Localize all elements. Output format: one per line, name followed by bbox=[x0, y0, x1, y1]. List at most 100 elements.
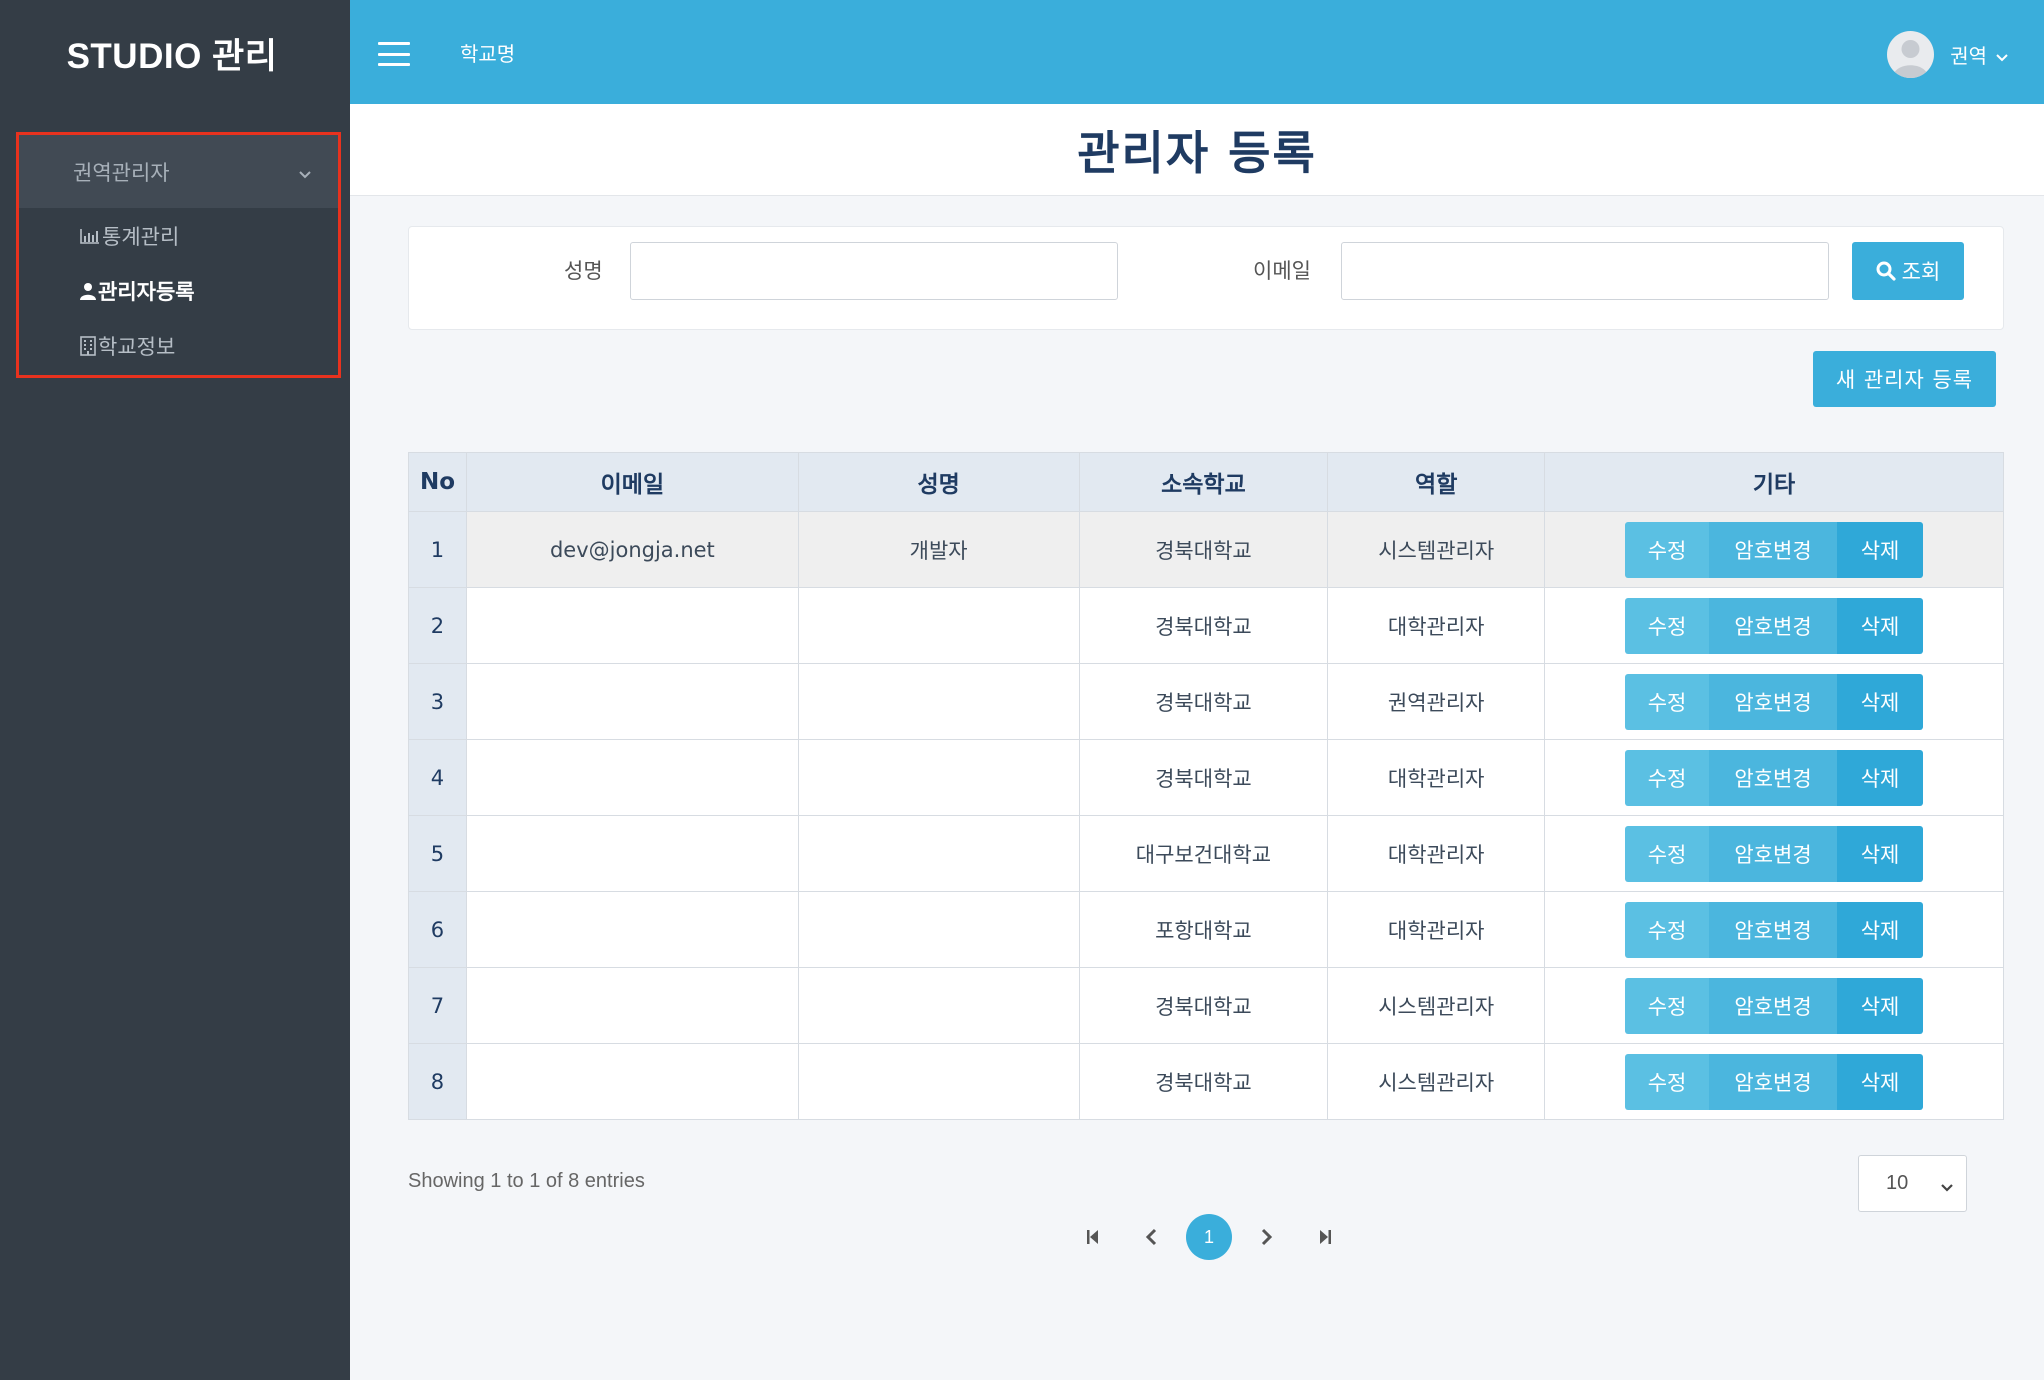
table-header-row: No 이메일 성명 소속학교 역할 기타 bbox=[408, 452, 2004, 512]
chevron-down-icon bbox=[1996, 43, 2008, 67]
delete-button[interactable]: 삭제 bbox=[1837, 977, 1924, 1034]
delete-button[interactable]: 삭제 bbox=[1837, 749, 1924, 806]
last-page-icon[interactable] bbox=[1302, 1214, 1348, 1260]
cell-actions: 수정 암호변경 삭제 bbox=[1544, 511, 2004, 588]
sidebar-item-school-info[interactable]: 학교정보 bbox=[19, 318, 338, 373]
row-action-group: 수정 암호변경 삭제 bbox=[1625, 901, 1924, 958]
cell-actions: 수정 암호변경 삭제 bbox=[1544, 1043, 2004, 1120]
column-header-role: 역할 bbox=[1327, 452, 1546, 512]
cell-role: 시스템관리자 bbox=[1327, 967, 1546, 1044]
change-password-button[interactable]: 암호변경 bbox=[1709, 825, 1838, 882]
page-title: 관리자 등록 bbox=[1077, 125, 1317, 180]
user-menu[interactable]: 권역 bbox=[1887, 31, 2008, 78]
sidebar-menu-group: 권역관리자 통계관리 관리자등록 학교정보 bbox=[16, 132, 341, 378]
chevron-down-icon bbox=[298, 161, 312, 185]
delete-button[interactable]: 삭제 bbox=[1837, 521, 1924, 578]
bar-chart-icon bbox=[80, 227, 100, 245]
table-row: 4 경북대학교 대학관리자 수정 암호변경 삭제 bbox=[408, 739, 2004, 816]
cell-email bbox=[465, 815, 799, 892]
new-admin-button[interactable]: 새 관리자 등록 bbox=[1813, 351, 1996, 407]
table-row: 5 대구보건대학교 대학관리자 수정 암호변경 삭제 bbox=[408, 815, 2004, 892]
cell-role: 시스템관리자 bbox=[1327, 1043, 1546, 1120]
cell-school: 경북대학교 bbox=[1078, 739, 1329, 816]
search-icon bbox=[1876, 261, 1896, 281]
cell-actions: 수정 암호변경 삭제 bbox=[1544, 815, 2004, 892]
delete-button[interactable]: 삭제 bbox=[1837, 1053, 1924, 1110]
edit-button[interactable]: 수정 bbox=[1625, 749, 1710, 806]
cell-no: 1 bbox=[408, 511, 467, 588]
edit-button[interactable]: 수정 bbox=[1625, 977, 1710, 1034]
edit-button[interactable]: 수정 bbox=[1625, 673, 1710, 730]
cell-school: 대구보건대학교 bbox=[1078, 815, 1329, 892]
cell-school: 경북대학교 bbox=[1078, 511, 1329, 588]
change-password-button[interactable]: 암호변경 bbox=[1709, 597, 1838, 654]
delete-button[interactable]: 삭제 bbox=[1837, 597, 1924, 654]
cell-email bbox=[465, 739, 799, 816]
edit-button[interactable]: 수정 bbox=[1625, 521, 1710, 578]
page-size-value: 10 bbox=[1886, 1172, 1909, 1194]
change-password-button[interactable]: 암호변경 bbox=[1709, 521, 1838, 578]
cell-name bbox=[797, 815, 1080, 892]
row-action-group: 수정 암호변경 삭제 bbox=[1625, 1053, 1924, 1110]
cell-email bbox=[465, 663, 799, 740]
cell-role: 시스템관리자 bbox=[1327, 511, 1546, 588]
cell-email: dev@jongja.net bbox=[465, 511, 799, 588]
admin-table: No 이메일 성명 소속학교 역할 기타 1 dev@jongja.net 개발자 경… bbox=[408, 452, 2004, 1120]
edit-button[interactable]: 수정 bbox=[1625, 901, 1710, 958]
column-header-no: No bbox=[408, 452, 467, 512]
sidebar: STUDIO 관리 권역관리자 통계관리 관리자등록 학교정보 bbox=[0, 0, 350, 1380]
change-password-button[interactable]: 암호변경 bbox=[1709, 977, 1838, 1034]
email-label: 이메일 bbox=[1253, 259, 1311, 283]
cell-no: 3 bbox=[408, 663, 467, 740]
user-icon bbox=[80, 282, 96, 300]
cell-role: 권역관리자 bbox=[1327, 663, 1546, 740]
menu-toggle-icon[interactable] bbox=[378, 42, 410, 66]
cell-actions: 수정 암호변경 삭제 bbox=[1544, 663, 2004, 740]
sidebar-item-admin-register[interactable]: 관리자등록 bbox=[19, 263, 338, 318]
column-header-etc: 기타 bbox=[1544, 452, 2004, 512]
cell-name bbox=[797, 739, 1080, 816]
cell-school: 경북대학교 bbox=[1078, 967, 1329, 1044]
change-password-button[interactable]: 암호변경 bbox=[1709, 901, 1838, 958]
edit-button[interactable]: 수정 bbox=[1625, 1053, 1710, 1110]
table-row: 3 경북대학교 권역관리자 수정 암호변경 삭제 bbox=[408, 663, 2004, 740]
first-page-icon[interactable] bbox=[1070, 1214, 1116, 1260]
search-button-label: 조회 bbox=[1901, 260, 1941, 284]
delete-button[interactable]: 삭제 bbox=[1837, 825, 1924, 882]
page-button-current[interactable]: 1 bbox=[1186, 1214, 1232, 1260]
change-password-button[interactable]: 암호변경 bbox=[1709, 1053, 1838, 1110]
cell-email bbox=[465, 587, 799, 664]
edit-button[interactable]: 수정 bbox=[1625, 597, 1710, 654]
search-button[interactable]: 조회 bbox=[1852, 242, 1964, 300]
sidebar-item-statistics[interactable]: 통계관리 bbox=[19, 208, 338, 263]
sidebar-item-label: 학교정보 bbox=[98, 334, 176, 359]
change-password-button[interactable]: 암호변경 bbox=[1709, 749, 1838, 806]
email-input[interactable] bbox=[1341, 242, 1829, 300]
cell-name bbox=[797, 1043, 1080, 1120]
page-size-select[interactable]: 10 bbox=[1858, 1155, 1967, 1212]
table-row: 7 경북대학교 시스템관리자 수정 암호변경 삭제 bbox=[408, 967, 2004, 1044]
cell-email bbox=[465, 967, 799, 1044]
cell-no: 4 bbox=[408, 739, 467, 816]
cell-name bbox=[797, 891, 1080, 968]
name-input[interactable] bbox=[630, 242, 1118, 300]
table-info: Showing 1 to 1 of 8 entries bbox=[408, 1170, 645, 1192]
sidebar-group-header[interactable]: 권역관리자 bbox=[19, 135, 338, 208]
sidebar-group-label: 권역관리자 bbox=[73, 160, 170, 185]
cell-no: 8 bbox=[408, 1043, 467, 1120]
cell-role: 대학관리자 bbox=[1327, 815, 1546, 892]
change-password-button[interactable]: 암호변경 bbox=[1709, 673, 1838, 730]
cell-name bbox=[797, 967, 1080, 1044]
table-row: 8 경북대학교 시스템관리자 수정 암호변경 삭제 bbox=[408, 1043, 2004, 1120]
app-brand: STUDIO 관리 bbox=[66, 36, 278, 76]
table-row: 2 경북대학교 대학관리자 수정 암호변경 삭제 bbox=[408, 587, 2004, 664]
edit-button[interactable]: 수정 bbox=[1625, 825, 1710, 882]
previous-page-icon[interactable] bbox=[1128, 1214, 1174, 1260]
building-icon bbox=[80, 335, 96, 356]
cell-actions: 수정 암호변경 삭제 bbox=[1544, 739, 2004, 816]
delete-button[interactable]: 삭제 bbox=[1837, 673, 1924, 730]
delete-button[interactable]: 삭제 bbox=[1837, 901, 1924, 958]
next-page-icon[interactable] bbox=[1244, 1214, 1290, 1260]
cell-role: 대학관리자 bbox=[1327, 739, 1546, 816]
cell-school: 포항대학교 bbox=[1078, 891, 1329, 968]
